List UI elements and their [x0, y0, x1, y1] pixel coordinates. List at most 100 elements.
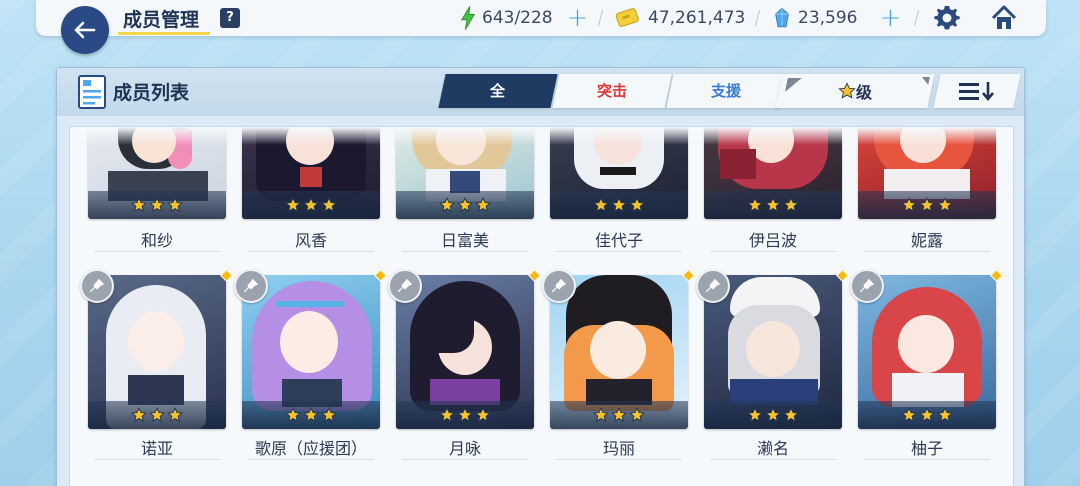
student-portrait: [242, 127, 380, 219]
page-title: 成员管理: [123, 9, 200, 31]
rarity-stars: [88, 401, 226, 429]
credit-counter: 47,261,473: [648, 4, 745, 32]
star-icon: [937, 407, 953, 422]
sort-filter-dropdown[interactable]: 级: [775, 74, 935, 108]
sort-order-button[interactable]: [933, 74, 1021, 108]
pin-button[interactable]: [80, 269, 114, 303]
star-icon: [629, 197, 645, 212]
student-name: 和纱: [140, 231, 173, 250]
ap-value: 643/228: [482, 8, 553, 28]
name-underline: [94, 251, 220, 252]
star-icon: [783, 197, 799, 212]
student-list-panel: 成员列表 全 突击 支援 级 和纱 风香 日富美 佳代子 伊吕波 妮露 诺亚 歌…: [56, 67, 1025, 486]
student-name: 风香: [294, 231, 327, 250]
pin-button[interactable]: [234, 269, 268, 303]
star-icon: [149, 197, 165, 212]
name-underline: [94, 459, 220, 460]
rarity-stars: [858, 401, 996, 429]
help-button[interactable]: ?: [220, 8, 240, 28]
student-name: 柚子: [910, 439, 943, 458]
pyroxene-plus-button[interactable]: +: [879, 5, 901, 31]
rarity-stars: [396, 401, 534, 429]
student-name: 濑名: [756, 439, 789, 458]
name-underline: [864, 459, 990, 460]
rarity-stars: [396, 191, 534, 219]
credit-icon: [614, 4, 642, 32]
student-name: 日富美: [440, 231, 489, 250]
star-icon: [439, 197, 455, 212]
student-name: 月咏: [448, 439, 481, 458]
back-button[interactable]: [61, 6, 109, 54]
star-icon: [149, 407, 165, 422]
credit-value: 47,261,473: [648, 8, 746, 28]
star-icon: [439, 407, 455, 422]
star-icon: [901, 407, 917, 422]
name-underline: [864, 251, 990, 252]
pin-button[interactable]: [850, 269, 884, 303]
star-icon: [131, 197, 147, 212]
name-underline: [710, 251, 836, 252]
rarity-stars: [704, 191, 842, 219]
settings-button[interactable]: [933, 4, 961, 32]
title-underline: [118, 32, 210, 35]
pin-button[interactable]: [388, 269, 422, 303]
filter-label: 级: [855, 83, 872, 102]
list-document-icon: [78, 75, 106, 109]
star-icon: [901, 197, 917, 212]
star-icon: [131, 407, 147, 422]
star-icon: [629, 407, 645, 422]
pin-icon: [551, 278, 567, 293]
home-icon: [991, 5, 1017, 29]
star-icon: [475, 197, 491, 212]
rarity-stars: [550, 191, 688, 219]
star-icon: [838, 82, 856, 99]
rarity-stars: [550, 401, 688, 429]
type-tabs: 全 突击 支援: [438, 74, 786, 108]
panel-title: 成员列表: [113, 82, 190, 104]
student-portrait: [858, 127, 996, 219]
student-name: 伊吕波: [748, 231, 797, 250]
rarity-stars: [242, 401, 380, 429]
star-icon: [285, 407, 301, 422]
pin-icon: [243, 278, 259, 293]
tab-all[interactable]: 全: [438, 74, 558, 108]
back-arrow-icon: [74, 21, 96, 39]
star-icon: [593, 197, 609, 212]
name-underline: [402, 459, 528, 460]
star-icon: [611, 197, 627, 212]
home-button[interactable]: [990, 4, 1018, 32]
tab-striker[interactable]: 突击: [552, 74, 672, 108]
star-icon: [457, 197, 473, 212]
name-underline: [556, 251, 682, 252]
star-icon: [919, 407, 935, 422]
pyroxene-icon: [768, 4, 796, 32]
student-grid[interactable]: 和纱 风香 日富美 佳代子 伊吕波 妮露 诺亚 歌原（应援团） 月咏 玛丽 濑名…: [69, 126, 1014, 486]
star-icon: [303, 197, 319, 212]
rarity-stars: [704, 401, 842, 429]
pin-button[interactable]: [542, 269, 576, 303]
student-portrait: [396, 127, 534, 219]
star-icon: [919, 197, 935, 212]
star-icon: [321, 197, 337, 212]
pin-button[interactable]: [696, 269, 730, 303]
star-icon: [457, 407, 473, 422]
name-underline: [710, 459, 836, 460]
name-underline: [402, 251, 528, 252]
star-icon: [303, 407, 319, 422]
star-icon: [765, 197, 781, 212]
star-icon: [167, 407, 183, 422]
ap-plus-button[interactable]: +: [567, 5, 589, 31]
star-icon: [285, 197, 301, 212]
name-underline: [248, 459, 374, 460]
star-icon: [475, 407, 491, 422]
star-icon: [167, 197, 183, 212]
student-name: 玛丽: [602, 439, 635, 458]
tab-special[interactable]: 支援: [666, 74, 786, 108]
sort-descending-icon: [959, 82, 994, 102]
pyroxene-value: 23,596: [798, 8, 858, 28]
student-name: 妮露: [910, 231, 943, 250]
ap-counter: 643/228 +: [482, 4, 588, 32]
pin-icon: [397, 278, 413, 293]
pin-icon: [705, 278, 721, 293]
student-portrait: [88, 127, 226, 219]
